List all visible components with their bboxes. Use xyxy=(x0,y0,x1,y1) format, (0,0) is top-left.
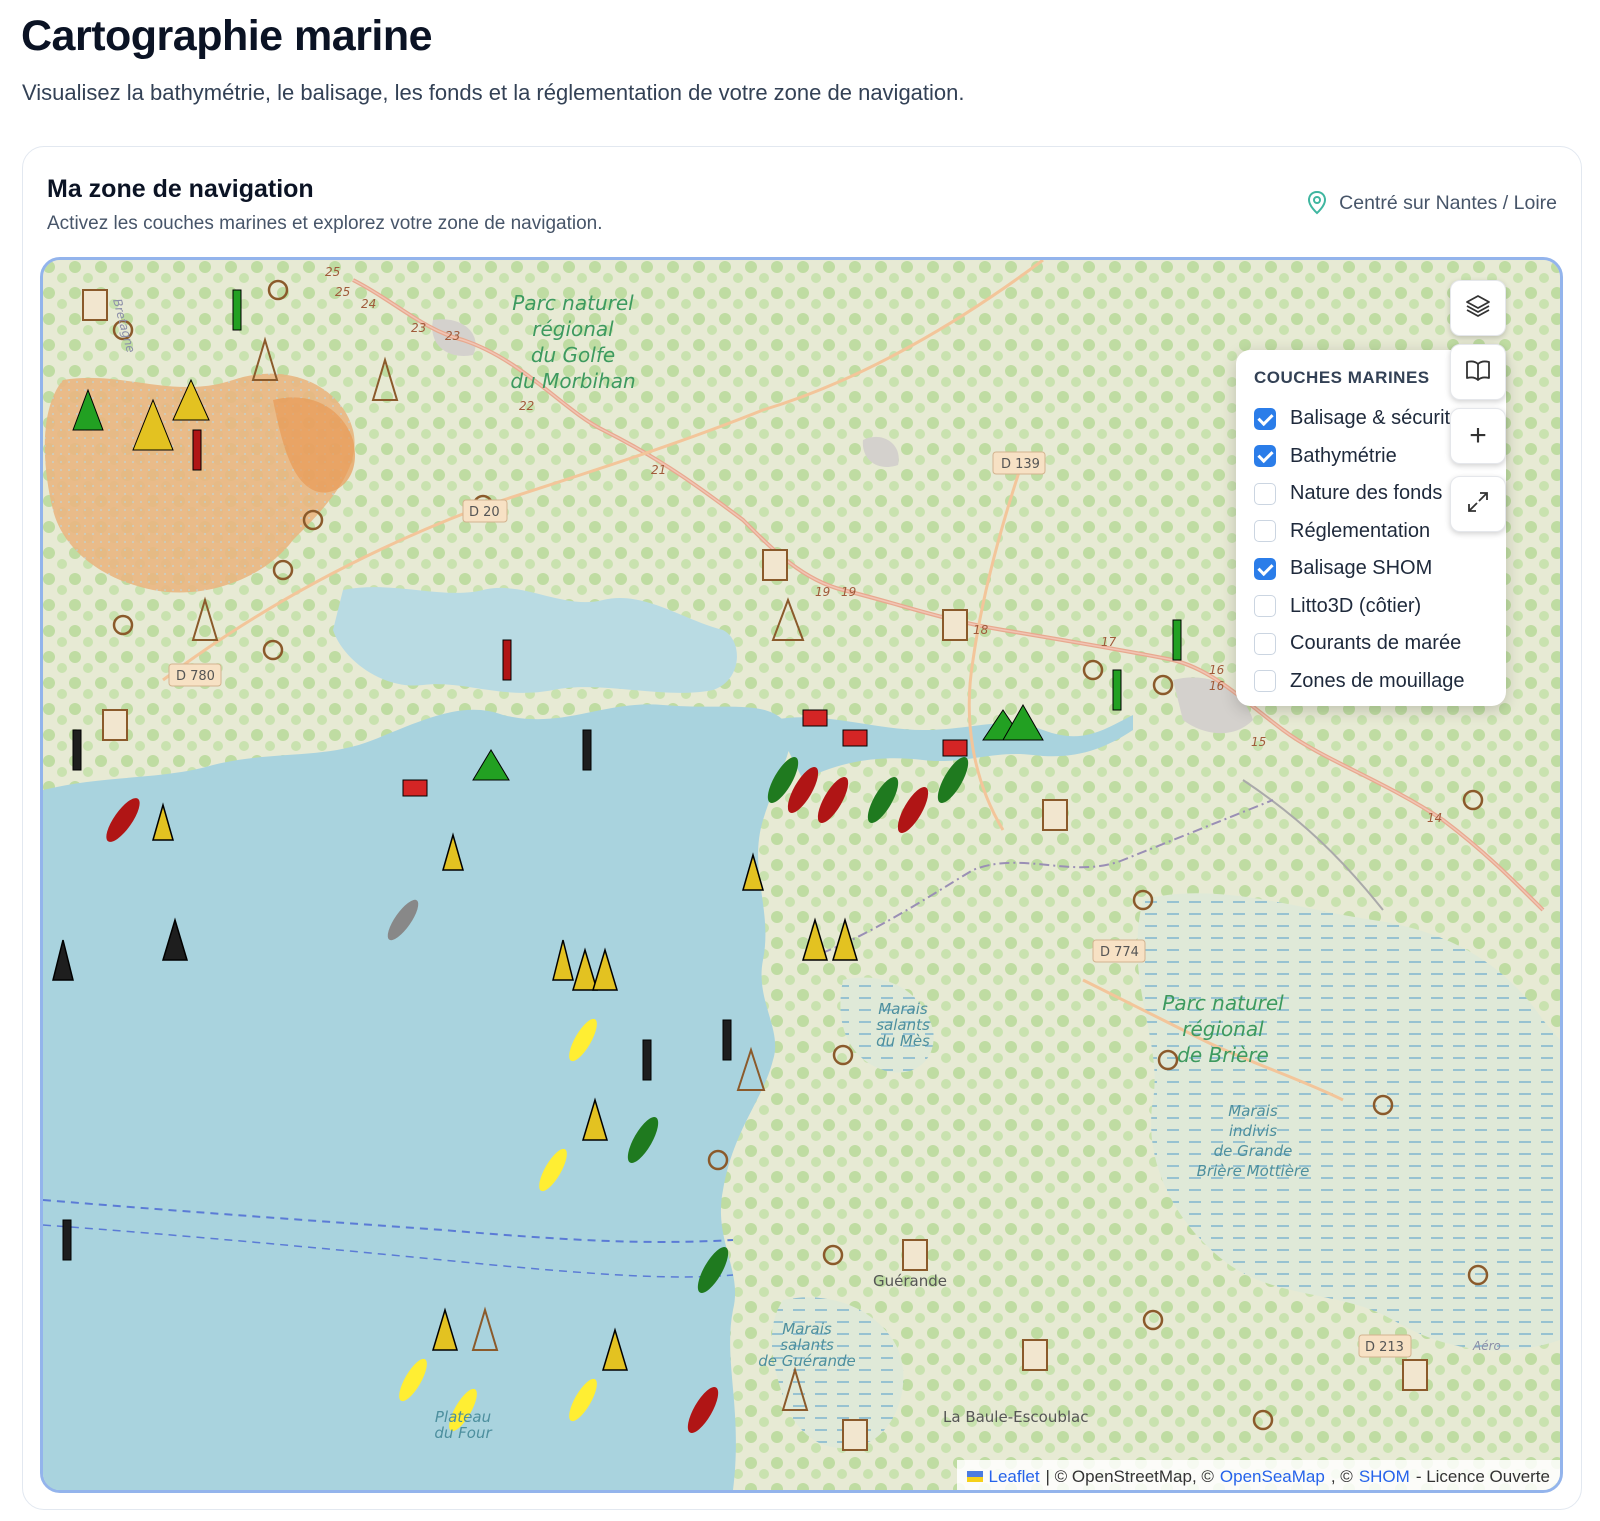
route-number: 16 xyxy=(1209,663,1225,677)
pnr-briere-line1: Parc naturel xyxy=(1162,991,1284,1015)
road-label-d780: D 780 xyxy=(176,669,215,684)
layer-row[interactable]: Litto3D (côtier) xyxy=(1254,588,1488,626)
card-title: Ma zone de navigation xyxy=(47,175,314,203)
page: Cartographie marine Visualisez la bathym… xyxy=(0,0,1600,1521)
layer-checkbox[interactable] xyxy=(1254,670,1276,693)
layer-label: Réglementation xyxy=(1290,519,1431,542)
leaflet-link[interactable]: Leaflet xyxy=(989,1467,1040,1487)
route-number: 25 xyxy=(335,285,350,299)
page-subtitle: Visualisez la bathymétrie, le balisage, … xyxy=(22,80,965,105)
layer-label: Bathymétrie xyxy=(1290,444,1397,467)
pnr-briere-line2: régional xyxy=(1182,1017,1264,1041)
layer-label: Balisage & sécurité xyxy=(1290,407,1462,430)
route-number: 24 xyxy=(361,297,376,311)
route-number: 19 xyxy=(841,585,856,599)
marais-indivis-line2: indivis xyxy=(1229,1122,1277,1140)
route-number: 17 xyxy=(1101,635,1117,649)
marais-mes-line3: du Mès xyxy=(876,1032,930,1050)
route-number: 19 xyxy=(815,585,830,599)
layer-checkbox[interactable] xyxy=(1254,482,1276,505)
map-center-indicator: Centré sur Nantes / Loire xyxy=(1307,191,1557,215)
book-icon xyxy=(1464,356,1492,389)
pnr-morbihan-line3: du Golfe xyxy=(531,343,615,367)
route-number: 14 xyxy=(1427,811,1442,825)
attribution-osm: | © OpenStreetMap, © xyxy=(1045,1466,1214,1486)
plateau-line2: du Four xyxy=(434,1424,492,1442)
layers-icon xyxy=(1464,292,1492,325)
aero-label: Aéro xyxy=(1472,1339,1501,1353)
layer-row[interactable]: Zones de mouillage xyxy=(1254,663,1488,701)
map-container[interactable]: D 139 D 20 D 780 D 774 D 213 25 25 24 23 xyxy=(40,257,1563,1493)
pnr-morbihan-line1: Parc naturel xyxy=(512,291,634,315)
layer-checkbox[interactable] xyxy=(1254,557,1276,580)
layer-checkbox[interactable] xyxy=(1254,445,1276,468)
route-number: 23 xyxy=(411,321,426,335)
town-label-guerande: Guérande xyxy=(873,1272,947,1290)
shom-link[interactable]: SHOM xyxy=(1359,1467,1410,1487)
layers-toggle-button[interactable] xyxy=(1450,280,1506,336)
road-label-d20: D 20 xyxy=(469,505,500,520)
legend-button[interactable] xyxy=(1450,344,1506,400)
attribution-license: - Licence Ouverte xyxy=(1415,1466,1550,1486)
route-number: 21 xyxy=(651,463,666,477)
zoom-in-button[interactable]: + xyxy=(1450,408,1506,464)
openseamap-link[interactable]: OpenSeaMap xyxy=(1220,1467,1325,1487)
card-subtitle: Activez les couches marines et explorez … xyxy=(47,213,603,234)
route-number: 15 xyxy=(1251,735,1266,749)
navigation-zone-card: Ma zone de navigation Activez les couche… xyxy=(22,146,1582,1510)
map-center-label: Centré sur Nantes / Loire xyxy=(1339,191,1557,214)
pnr-briere-line3: de Brière xyxy=(1177,1043,1269,1067)
route-number: 23 xyxy=(445,329,460,343)
road-label-d139: D 139 xyxy=(1001,457,1040,472)
ukraine-flag-icon xyxy=(966,1471,983,1482)
road-label-d213: D 213 xyxy=(1365,1340,1404,1355)
town-label-escoublac: La Baule-Escoublac xyxy=(943,1408,1088,1426)
fullscreen-button[interactable] xyxy=(1450,476,1506,532)
plus-icon: + xyxy=(1469,419,1487,452)
layer-checkbox[interactable] xyxy=(1254,407,1276,430)
marais-indivis-line4: Brière Mottière xyxy=(1197,1162,1310,1180)
layer-label: Nature des fonds xyxy=(1290,482,1443,505)
pnr-morbihan-line4: du Morbihan xyxy=(510,369,635,393)
marais-indivis-line3: de Grande xyxy=(1214,1142,1293,1160)
marais-indivis-line1: Marais xyxy=(1228,1102,1278,1120)
expand-icon xyxy=(1465,489,1491,520)
layer-checkbox[interactable] xyxy=(1254,520,1276,543)
layer-row[interactable]: Courants de marée xyxy=(1254,625,1488,663)
layer-checkbox[interactable] xyxy=(1254,595,1276,618)
route-number: 25 xyxy=(325,265,340,279)
layer-label: Courants de marée xyxy=(1290,632,1462,655)
map-attribution: Leaflet | © OpenStreetMap, © OpenSeaMap … xyxy=(956,1460,1560,1490)
layer-label: Zones de mouillage xyxy=(1290,669,1465,692)
route-number: 22 xyxy=(519,399,534,413)
route-number: 18 xyxy=(973,623,989,637)
layer-row[interactable]: Balisage SHOM xyxy=(1254,550,1488,588)
road-label-d774: D 774 xyxy=(1100,945,1139,960)
location-pin-icon xyxy=(1307,191,1327,215)
layer-label: Litto3D (côtier) xyxy=(1290,594,1422,617)
attribution-sep: , © xyxy=(1330,1466,1353,1486)
marais-guerande-line3: de Guérande xyxy=(758,1352,856,1370)
page-title: Cartographie marine xyxy=(21,12,433,60)
pnr-morbihan-line2: régional xyxy=(532,317,614,341)
layer-label: Balisage SHOM xyxy=(1290,557,1433,580)
route-number: 16 xyxy=(1209,679,1225,693)
layer-checkbox[interactable] xyxy=(1254,632,1276,655)
